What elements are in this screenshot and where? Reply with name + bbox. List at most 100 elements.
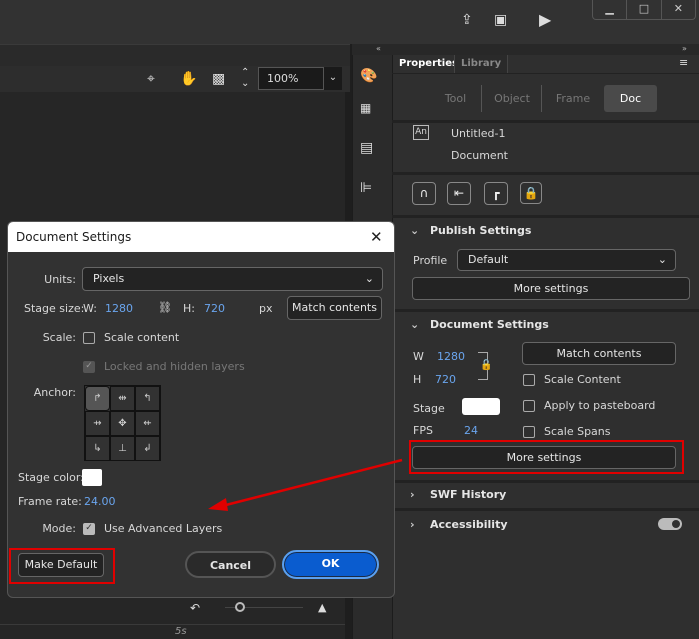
dialog-title: Document Settings xyxy=(8,222,394,252)
color-palette-icon[interactable]: 🎨 xyxy=(360,66,377,86)
minimize-button[interactable]: ▁ xyxy=(593,0,628,19)
w-value[interactable]: 1280 xyxy=(105,302,133,315)
zoom-stepper[interactable]: ⌃ ⌄ xyxy=(241,67,249,89)
timeline-marker: 5s xyxy=(175,626,187,637)
fps-label: FPS xyxy=(413,424,433,437)
scale-content-label: Scale Content xyxy=(544,373,621,386)
zoom-slider[interactable] xyxy=(225,602,303,612)
close-window-button[interactable]: ✕ xyxy=(662,0,695,19)
swf-history-header[interactable]: › SWF History xyxy=(410,488,506,501)
fps-value[interactable]: 24 xyxy=(464,424,478,437)
document-settings-header[interactable]: ⌄ Document Settings xyxy=(410,318,549,331)
scale-content-checkbox[interactable] xyxy=(523,374,535,386)
accessibility-header[interactable]: › Accessibility xyxy=(410,518,508,531)
highlight-box xyxy=(9,548,115,584)
anchor-top-right[interactable]: ↰ xyxy=(135,386,160,411)
height-value[interactable]: 720 xyxy=(435,373,456,386)
snap-magnet-icon[interactable]: ∩ xyxy=(412,182,436,205)
center-stage-icon[interactable]: ⌖ xyxy=(147,69,155,89)
swatches-icon[interactable]: ▦ xyxy=(360,98,371,118)
zoom-input[interactable]: 100% xyxy=(258,67,324,90)
apply-pasteboard-label: Apply to pasteboard xyxy=(544,399,656,412)
width-label: W xyxy=(413,350,424,363)
chevron-right-icon: › xyxy=(410,518,415,531)
window-controls: ▁ □ ✕ xyxy=(592,0,696,20)
share-icon[interactable]: ⇪ xyxy=(461,10,473,30)
panel-menu-icon[interactable]: ≡ xyxy=(679,53,688,73)
h-value[interactable]: 720 xyxy=(204,302,225,315)
cancel-button[interactable]: Cancel xyxy=(185,551,276,578)
guides-icon[interactable]: ⇤ xyxy=(447,182,471,205)
undo-icon[interactable]: ↶ xyxy=(190,598,200,618)
ok-button[interactable]: OK xyxy=(282,550,379,579)
panel-match-contents-button[interactable]: Match contents xyxy=(522,342,676,365)
anchor-top-left[interactable]: ↱ xyxy=(85,386,110,411)
segment-frame[interactable]: Frame xyxy=(543,85,603,112)
lock-dimensions-icon[interactable]: 🔓 xyxy=(480,356,492,376)
stage-size-label: Stage size: xyxy=(24,302,85,315)
rulers-icon[interactable]: ┏ xyxy=(484,182,508,205)
link-dimensions-icon[interactable]: ⛓ xyxy=(158,298,172,318)
zoom-dropdown[interactable]: ⌄ xyxy=(324,67,342,90)
align-icon[interactable]: ⊫ xyxy=(360,178,372,198)
locked-hidden-label: Locked and hidden layers xyxy=(104,360,245,373)
stage-color-swatch[interactable] xyxy=(462,398,500,415)
stage-color-swatch[interactable] xyxy=(82,469,102,486)
anchor-bottom-right[interactable]: ↲ xyxy=(135,436,160,461)
grid-icon[interactable]: ▤ xyxy=(360,138,373,158)
h-label: H: xyxy=(183,302,195,315)
match-contents-button[interactable]: Match contents xyxy=(287,296,382,320)
clip-stage-icon[interactable]: ▩ xyxy=(212,69,225,89)
anchor-top-center[interactable]: ⇹ xyxy=(110,386,135,411)
highlight-box xyxy=(409,440,684,474)
width-value[interactable]: 1280 xyxy=(437,350,465,363)
anchor-center[interactable]: ✥ xyxy=(110,411,135,436)
apply-pasteboard-checkbox[interactable] xyxy=(523,400,535,412)
maximize-button[interactable]: □ xyxy=(627,0,662,19)
scale-spans-checkbox[interactable] xyxy=(523,426,535,438)
anchor-label: Anchor: xyxy=(33,386,76,399)
segment-doc[interactable]: Doc xyxy=(604,85,657,112)
units-label: Units: xyxy=(44,273,76,286)
advanced-layers-checkbox[interactable]: ✓ xyxy=(83,523,95,535)
advanced-layers-label: Use Advanced Layers xyxy=(104,522,223,535)
anchor-middle-right[interactable]: ⇷ xyxy=(135,411,160,436)
scale-spans-label: Scale Spans xyxy=(544,425,611,438)
frame-rate-value[interactable]: 24.00 xyxy=(84,495,116,508)
scale-content-label: Scale content xyxy=(104,331,180,344)
panel-header: « » xyxy=(352,44,699,55)
collapse-left-icon[interactable]: « xyxy=(376,44,381,53)
segment-object[interactable]: Object xyxy=(483,85,542,112)
anchor-middle-left[interactable]: ⇸ xyxy=(85,411,110,436)
scale-content-checkbox[interactable] xyxy=(83,332,95,344)
chevron-down-icon: ⌄ xyxy=(410,318,420,331)
doc-name: Untitled-1 xyxy=(451,127,506,140)
profile-select[interactable]: Default ⌄ xyxy=(457,249,676,271)
close-icon[interactable]: ✕ xyxy=(370,227,383,247)
animate-doc-icon: An xyxy=(413,125,429,140)
publish-more-settings-button[interactable]: More settings xyxy=(412,277,690,300)
expand-right-icon[interactable]: » xyxy=(682,44,687,53)
profile-label: Profile xyxy=(413,254,448,267)
height-label: H xyxy=(413,373,422,386)
doc-type: Document xyxy=(451,149,508,162)
tab-library[interactable]: Library xyxy=(454,55,509,73)
mountain-icon[interactable]: ▲ xyxy=(318,598,326,618)
play-icon[interactable]: ▶ xyxy=(539,10,551,30)
publish-settings-header[interactable]: ⌄ Publish Settings xyxy=(410,224,531,237)
mode-label: Mode: xyxy=(42,522,76,535)
w-label: W: xyxy=(83,302,97,315)
locked-hidden-checkbox: ✓ xyxy=(83,361,95,373)
anchor-bottom-left[interactable]: ↳ xyxy=(85,436,110,461)
segment-tool[interactable]: Tool xyxy=(430,85,482,112)
frame-rate-label: Frame rate: xyxy=(18,495,82,508)
accessibility-toggle[interactable] xyxy=(658,518,682,530)
stage-label: Stage xyxy=(413,402,445,415)
document-tab-bar xyxy=(0,44,350,66)
units-select[interactable]: Pixels ⌄ xyxy=(82,267,383,291)
panel-layout-icon[interactable]: ▣ xyxy=(494,10,507,30)
rotate-hand-icon[interactable]: ✋ xyxy=(180,69,197,89)
lock-icon[interactable]: 🔒 xyxy=(520,182,542,204)
chevron-down-icon: ⌄ xyxy=(410,224,420,237)
anchor-bottom-center[interactable]: ⊥ xyxy=(110,436,135,461)
